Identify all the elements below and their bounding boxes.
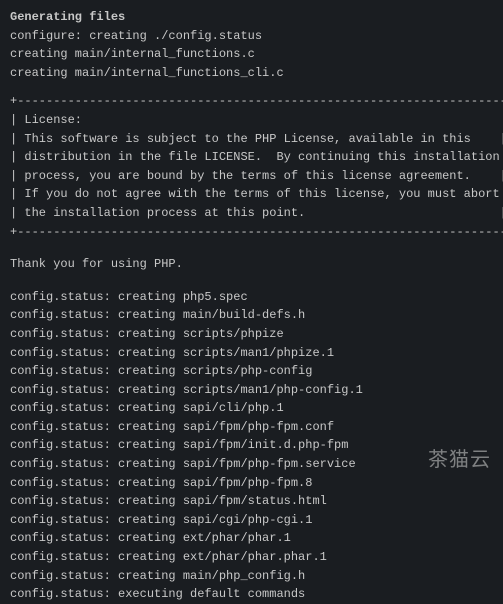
output-line: creating main/internal_functions_cli.c	[10, 64, 493, 83]
license-border: +---------------------------------------…	[10, 223, 493, 242]
status-line: config.status: creating sapi/cli/php.1	[10, 399, 493, 418]
license-line: | process, you are bound by the terms of…	[10, 167, 493, 186]
status-line: config.status: creating scripts/php-conf…	[10, 362, 493, 381]
output-line: configure: creating ./config.status	[10, 27, 493, 46]
license-line: | the installation process at this point…	[10, 204, 493, 223]
status-line: config.status: creating sapi/cgi/php-cgi…	[10, 511, 493, 530]
terminal-output: Generating files configure: creating ./c…	[10, 8, 493, 604]
status-line: config.status: executing default command…	[10, 585, 493, 604]
license-line: | distribution in the file LICENSE. By c…	[10, 148, 493, 167]
thankyou-line: Thank you for using PHP.	[10, 255, 493, 274]
status-line: config.status: creating ext/phar/phar.ph…	[10, 548, 493, 567]
license-line: | This software is subject to the PHP Li…	[10, 130, 493, 149]
status-line: config.status: creating ext/phar/phar.1	[10, 529, 493, 548]
status-line: config.status: creating sapi/fpm/status.…	[10, 492, 493, 511]
status-line: config.status: creating sapi/fpm/php-fpm…	[10, 418, 493, 437]
section-heading: Generating files	[10, 8, 493, 27]
license-line: | If you do not agree with the terms of …	[10, 185, 493, 204]
status-line: config.status: creating sapi/fpm/php-fpm…	[10, 455, 493, 474]
status-line: config.status: creating php5.spec	[10, 288, 493, 307]
status-line: config.status: creating main/build-defs.…	[10, 306, 493, 325]
license-line: | License: |	[10, 111, 493, 130]
status-line: config.status: creating scripts/man1/php…	[10, 381, 493, 400]
status-line: config.status: creating sapi/fpm/php-fpm…	[10, 474, 493, 493]
status-line: config.status: creating main/php_config.…	[10, 567, 493, 586]
status-line: config.status: creating sapi/fpm/init.d.…	[10, 436, 493, 455]
status-line: config.status: creating scripts/phpize	[10, 325, 493, 344]
output-line: creating main/internal_functions.c	[10, 45, 493, 64]
status-line: config.status: creating scripts/man1/php…	[10, 344, 493, 363]
license-border: +---------------------------------------…	[10, 92, 493, 111]
